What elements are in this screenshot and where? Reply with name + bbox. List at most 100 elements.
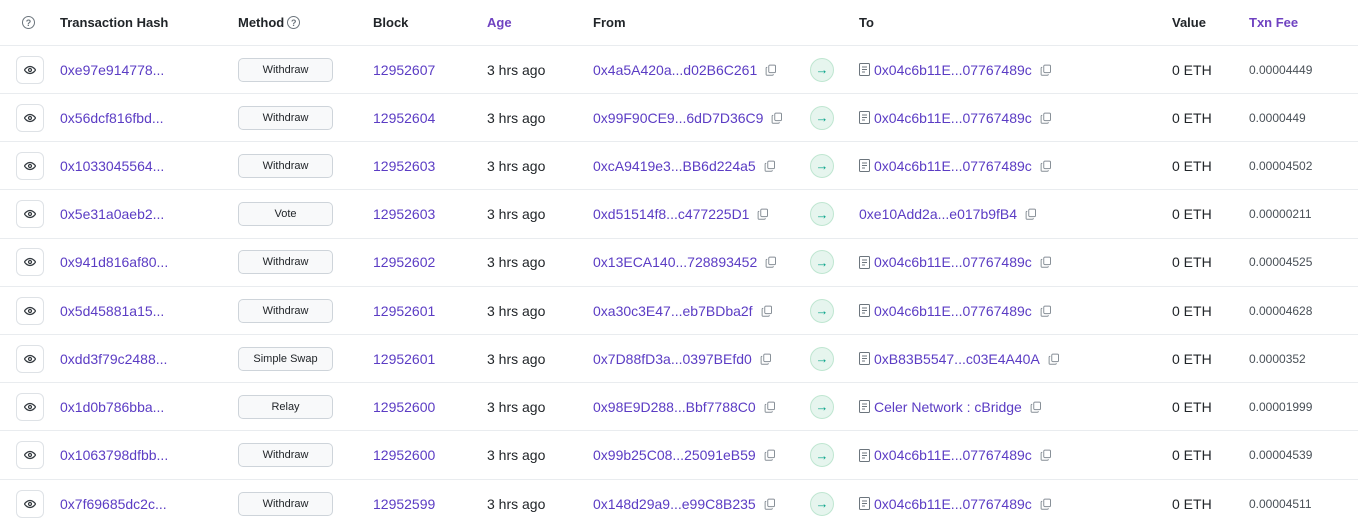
- to-cell: Celer Network : cBridge: [859, 383, 1042, 430]
- txn-fee-text: 0.0000449: [1249, 110, 1306, 125]
- copy-icon[interactable]: [1040, 160, 1052, 172]
- header-from: From: [593, 15, 626, 30]
- from-address-link[interactable]: 0xa30c3E47...eb7BDba2f: [593, 303, 753, 319]
- help-icon[interactable]: ?: [22, 16, 35, 29]
- block-link[interactable]: 12952604: [373, 110, 435, 126]
- tx-hash-link[interactable]: 0xe97e914778...: [60, 62, 164, 78]
- to-address-link[interactable]: Celer Network : cBridge: [874, 399, 1022, 415]
- tx-hash-link[interactable]: 0x1d0b786bba...: [60, 399, 164, 415]
- direction-cell: →: [810, 335, 834, 382]
- copy-icon[interactable]: [765, 256, 777, 269]
- copy-icon[interactable]: [764, 401, 776, 413]
- from-address-link[interactable]: 0x148d29a9...e99C8B235: [593, 496, 756, 512]
- copy-icon[interactable]: [761, 305, 773, 317]
- txn-fee-text: 0.00000211: [1249, 207, 1312, 222]
- view-details-button[interactable]: [16, 200, 44, 229]
- copy-icon[interactable]: [1030, 401, 1042, 413]
- txn-fee-text: 0.00001999: [1249, 399, 1313, 414]
- from-cell: 0x148d29a9...e99C8B235: [593, 480, 776, 519]
- block-link[interactable]: 12952599: [373, 496, 435, 512]
- block-link[interactable]: 12952600: [373, 447, 435, 463]
- view-details-button[interactable]: [16, 392, 44, 421]
- age-text: 3 hrs ago: [487, 495, 546, 512]
- header-help[interactable]: ?: [22, 0, 35, 45]
- from-address-link[interactable]: 0x7D88fD3a...0397BEfd0: [593, 351, 752, 367]
- copy-icon[interactable]: [764, 160, 776, 172]
- view-details-button[interactable]: [16, 441, 44, 470]
- to-address-link[interactable]: 0x04c6b11E...07767489c: [874, 303, 1032, 319]
- tx-hash-cell: 0x56dcf816fbd...: [60, 94, 164, 141]
- tx-hash-link[interactable]: 0x5d45881a15...: [60, 303, 164, 319]
- block-link[interactable]: 12952601: [373, 303, 435, 319]
- copy-icon[interactable]: [1040, 112, 1052, 124]
- to-address-link[interactable]: 0x04c6b11E...07767489c: [874, 62, 1032, 78]
- tx-hash-link[interactable]: 0x1063798dfbb...: [60, 447, 168, 463]
- to-address-link[interactable]: 0x04c6b11E...07767489c: [874, 110, 1032, 126]
- view-cell: [16, 335, 44, 382]
- tx-hash-link[interactable]: 0x56dcf816fbd...: [60, 110, 164, 126]
- from-cell: 0xd51514f8...c477225D1: [593, 191, 769, 238]
- copy-icon[interactable]: [1040, 64, 1052, 76]
- block-link[interactable]: 12952600: [373, 399, 435, 415]
- method-badge: Withdraw: [238, 105, 333, 130]
- block-link[interactable]: 12952601: [373, 351, 435, 367]
- from-address-link[interactable]: 0xd51514f8...c477225D1: [593, 206, 749, 222]
- block-link[interactable]: 12952607: [373, 62, 435, 78]
- copy-icon[interactable]: [757, 208, 769, 220]
- copy-icon[interactable]: [1040, 449, 1052, 461]
- view-details-button[interactable]: [16, 296, 44, 325]
- tx-hash-link[interactable]: 0x1033045564...: [60, 158, 164, 174]
- tx-hash-link[interactable]: 0xdd3f79c2488...: [60, 351, 167, 367]
- to-address-link[interactable]: 0xB83B5547...c03E4A40A: [874, 351, 1040, 367]
- txn-fee-text: 0.0000352: [1249, 351, 1306, 366]
- to-address-link[interactable]: 0x04c6b11E...07767489c: [874, 158, 1032, 174]
- copy-icon[interactable]: [771, 112, 783, 124]
- copy-icon[interactable]: [1048, 353, 1060, 365]
- from-address-link[interactable]: 0x99F90CE9...6dD7D36C9: [593, 110, 763, 126]
- age-text: 3 hrs ago: [487, 302, 546, 319]
- to-cell: 0x04c6b11E...07767489c: [859, 46, 1052, 93]
- view-cell: [16, 46, 44, 93]
- to-address-link[interactable]: 0x04c6b11E...07767489c: [874, 447, 1032, 463]
- copy-icon[interactable]: [765, 64, 777, 76]
- from-address-link[interactable]: 0x99b25C08...25091eB59: [593, 447, 756, 463]
- to-address-link[interactable]: 0xe10Add2a...e017b9fB4: [859, 206, 1017, 222]
- tx-hash-link[interactable]: 0x7f69685dc2c...: [60, 496, 167, 512]
- view-details-button[interactable]: [16, 55, 44, 84]
- copy-icon[interactable]: [764, 449, 776, 461]
- to-address-link[interactable]: 0x04c6b11E...07767489c: [874, 254, 1032, 270]
- method-cell: Relay: [238, 383, 333, 430]
- from-address-link[interactable]: 0x13ECA140...728893452: [593, 254, 757, 270]
- view-details-button[interactable]: [16, 103, 44, 132]
- from-cell: 0x13ECA140...728893452: [593, 239, 777, 286]
- block-link[interactable]: 12952602: [373, 254, 435, 270]
- copy-icon[interactable]: [1040, 256, 1052, 269]
- view-details-button[interactable]: [16, 248, 44, 277]
- from-address-link[interactable]: 0x4a5A420a...d02B6C261: [593, 62, 757, 78]
- block-link[interactable]: 12952603: [373, 206, 435, 222]
- to-address-link[interactable]: 0x04c6b11E...07767489c: [874, 496, 1032, 512]
- tx-hash-link[interactable]: 0x941d816af80...: [60, 254, 168, 270]
- view-details-button[interactable]: [16, 489, 44, 518]
- eye-icon: [24, 354, 36, 363]
- age-text: 3 hrs ago: [487, 109, 546, 126]
- copy-icon[interactable]: [1040, 305, 1052, 317]
- header-age-toggle[interactable]: Age: [487, 0, 512, 45]
- copy-icon[interactable]: [760, 353, 772, 365]
- document-icon: [859, 255, 870, 269]
- tx-hash-link[interactable]: 0x5e31a0aeb2...: [60, 206, 164, 222]
- block-link[interactable]: 12952603: [373, 158, 435, 174]
- to-cell: 0x04c6b11E...07767489c: [859, 142, 1052, 189]
- view-details-button[interactable]: [16, 344, 44, 373]
- copy-icon[interactable]: [1040, 498, 1052, 510]
- from-address-link[interactable]: 0xcA9419e3...BB6d224a5: [593, 158, 756, 174]
- view-details-button[interactable]: [16, 151, 44, 180]
- copy-icon[interactable]: [764, 498, 776, 510]
- header-txn-fee-toggle[interactable]: Txn Fee: [1249, 0, 1298, 45]
- view-cell: [16, 142, 44, 189]
- tx-hash-cell: 0x941d816af80...: [60, 239, 168, 286]
- from-address-link[interactable]: 0x98E9D288...Bbf7788C0: [593, 399, 756, 415]
- method-help-icon[interactable]: ?: [287, 16, 301, 29]
- method-badge: Withdraw: [238, 57, 333, 82]
- copy-icon[interactable]: [1025, 208, 1037, 220]
